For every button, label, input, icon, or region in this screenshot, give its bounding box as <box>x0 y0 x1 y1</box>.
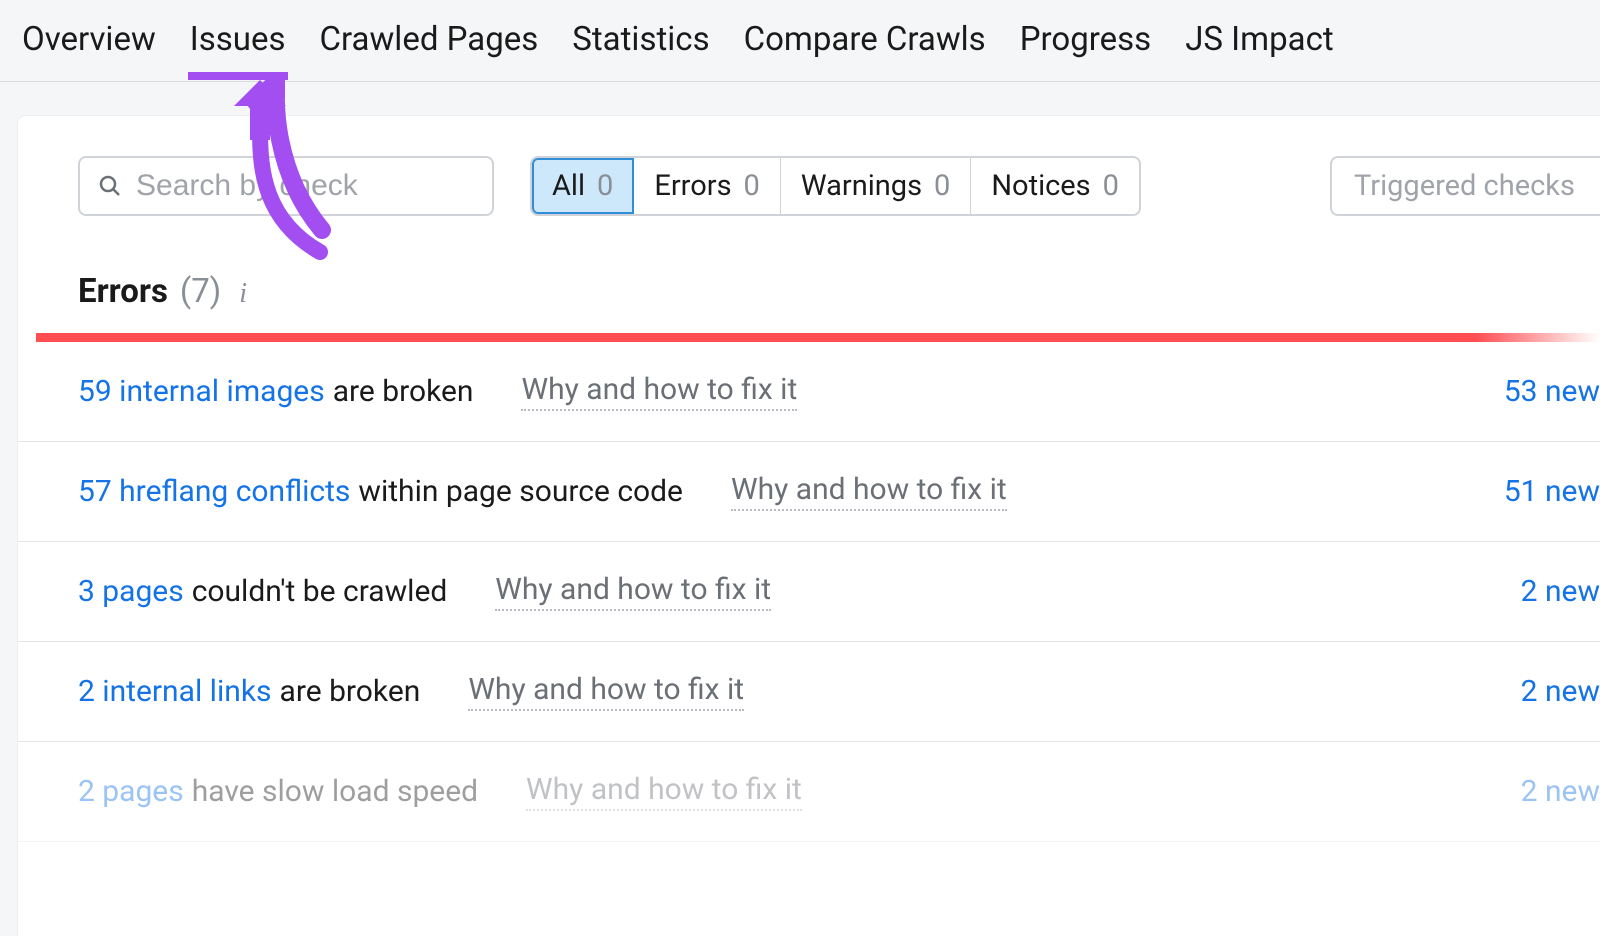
filter-warnings-label: Warnings <box>801 169 922 203</box>
issue-text: couldn't be crawled <box>192 574 448 609</box>
tab-issues[interactable]: Issues <box>190 1 286 80</box>
search-input[interactable] <box>136 169 476 203</box>
issue-text: are broken <box>333 374 474 409</box>
tab-js-impact[interactable]: JS Impact <box>1185 1 1333 80</box>
search-box[interactable] <box>78 156 494 216</box>
issue-link[interactable]: 2 pages <box>78 774 184 809</box>
tab-overview[interactable]: Overview <box>22 1 156 80</box>
fix-link[interactable]: Why and how to fix it <box>468 672 744 711</box>
issue-text: are broken <box>280 674 421 709</box>
issue-new-badge[interactable]: 51 new <box>1504 474 1600 509</box>
filter-notices[interactable]: Notices 0 <box>971 158 1139 214</box>
fix-link[interactable]: Why and how to fix it <box>495 572 771 611</box>
info-icon[interactable]: i <box>239 278 247 310</box>
issue-row: 57 hreflang conflicts within page source… <box>18 442 1600 542</box>
issue-new-badge[interactable]: 2 new <box>1521 574 1600 609</box>
issue-row: 2 internal links are broken Why and how … <box>18 642 1600 742</box>
filter-errors-label: Errors <box>654 169 731 203</box>
issue-link[interactable]: 59 internal images <box>78 374 325 409</box>
issue-new-badge[interactable]: 2 new <box>1521 774 1600 809</box>
tabs-bar: Overview Issues Crawled Pages Statistics… <box>0 0 1600 82</box>
filter-notices-count: 0 <box>1103 169 1119 203</box>
issue-row: 3 pages couldn't be crawled Why and how … <box>18 542 1600 642</box>
issue-row: 59 internal images are broken Why and ho… <box>18 342 1600 442</box>
errors-count: (7) <box>180 272 221 311</box>
tab-progress[interactable]: Progress <box>1020 1 1151 80</box>
tab-crawled-pages[interactable]: Crawled Pages <box>320 1 539 80</box>
issue-link[interactable]: 57 hreflang conflicts <box>78 474 350 509</box>
search-icon <box>98 174 122 198</box>
filter-errors[interactable]: Errors 0 <box>634 158 781 214</box>
issue-link[interactable]: 2 internal links <box>78 674 272 709</box>
issue-new-badge[interactable]: 2 new <box>1521 674 1600 709</box>
filter-group: All 0 Errors 0 Warnings 0 Notices 0 <box>530 156 1141 216</box>
filter-all-count: 0 <box>597 169 613 203</box>
issue-new-badge[interactable]: 53 new <box>1504 374 1600 409</box>
issue-link[interactable]: 3 pages <box>78 574 184 609</box>
filter-warnings-count: 0 <box>934 169 950 203</box>
fix-link[interactable]: Why and how to fix it <box>526 772 802 811</box>
fix-link[interactable]: Why and how to fix it <box>731 472 1007 511</box>
tab-statistics[interactable]: Statistics <box>572 1 709 80</box>
errors-title: Errors <box>78 272 168 311</box>
filter-warnings[interactable]: Warnings 0 <box>781 158 972 214</box>
filter-all-label: All <box>552 169 585 203</box>
triggered-checks-button[interactable]: Triggered checks <box>1330 156 1600 216</box>
tab-compare-crawls[interactable]: Compare Crawls <box>744 1 986 80</box>
issue-text: have slow load speed <box>192 774 478 809</box>
errors-section-header: Errors (7) i <box>18 216 1600 333</box>
issue-row: 2 pages have slow load speed Why and how… <box>18 742 1600 842</box>
controls-row: All 0 Errors 0 Warnings 0 Notices 0 Trig… <box>18 156 1600 216</box>
issue-text: within page source code <box>358 474 683 509</box>
filter-all[interactable]: All 0 <box>532 158 634 214</box>
issues-panel: All 0 Errors 0 Warnings 0 Notices 0 Trig… <box>18 116 1600 936</box>
fix-link[interactable]: Why and how to fix it <box>521 372 797 411</box>
errors-divider <box>36 333 1600 342</box>
filter-notices-label: Notices <box>991 169 1090 203</box>
triggered-checks-label: Triggered checks <box>1354 169 1575 203</box>
filter-errors-count: 0 <box>744 169 760 203</box>
